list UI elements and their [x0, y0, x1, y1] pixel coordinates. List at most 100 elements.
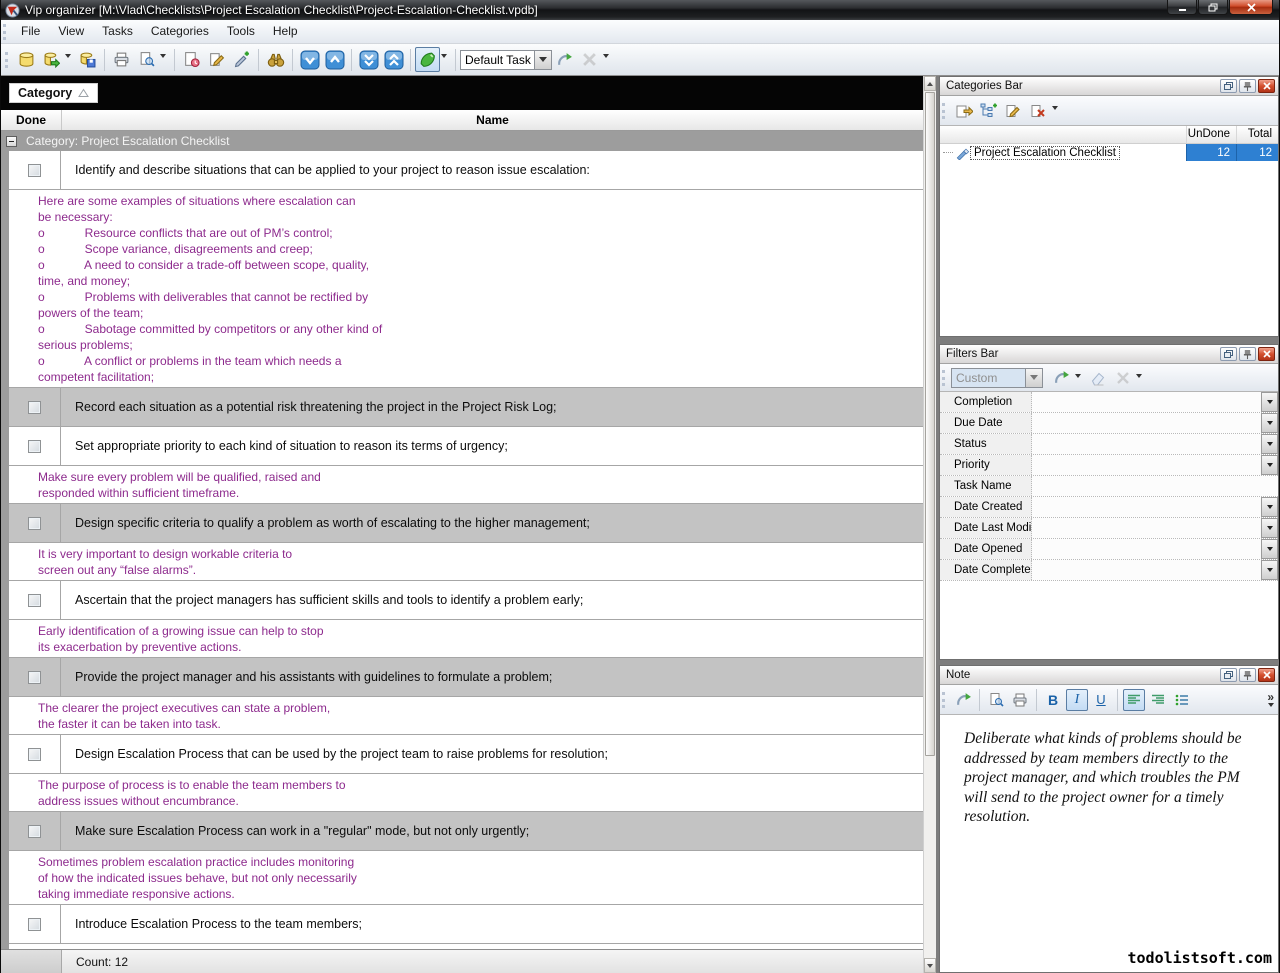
apply-filter-dropdown-icon[interactable] — [1075, 374, 1081, 378]
apply-filter-button[interactable] — [1049, 365, 1074, 390]
total-column-header[interactable]: Total — [1236, 126, 1278, 143]
task-name[interactable]: Design Escalation Process that can be us… — [61, 735, 923, 773]
edit-task-button[interactable] — [204, 47, 229, 72]
filter-value-field[interactable] — [1032, 497, 1261, 517]
task-name[interactable]: Identify and describe situations that ca… — [61, 151, 923, 189]
task-name[interactable]: Ascertain that the project managers has … — [61, 581, 923, 619]
close-button[interactable] — [1229, 0, 1273, 15]
task-checkbox[interactable] — [28, 401, 41, 414]
move-top-button[interactable] — [381, 47, 406, 72]
new-database-button[interactable] — [14, 47, 39, 72]
filters-toolbar-overflow-icon[interactable] — [1136, 374, 1142, 378]
task-checkbox[interactable] — [28, 164, 41, 177]
column-header-done[interactable]: Done — [1, 110, 62, 130]
note-toolbar-overflow[interactable]: » — [1267, 692, 1278, 707]
category-row[interactable]: Project Escalation Checklist 12 12 — [940, 144, 1278, 161]
print-dropdown-icon[interactable] — [160, 54, 166, 58]
menu-item-categories[interactable]: Categories — [142, 20, 218, 43]
open-database-button[interactable] — [39, 47, 64, 72]
menu-item-tasks[interactable]: Tasks — [93, 20, 142, 43]
panel-restore-button[interactable] — [1220, 668, 1237, 682]
add-category-button[interactable] — [951, 98, 976, 123]
print-preview-button[interactable] — [134, 47, 159, 72]
filter-value-field[interactable] — [1032, 560, 1261, 580]
filter-preset-combobox[interactable]: Custom — [951, 368, 1043, 388]
menu-item-help[interactable]: Help — [264, 20, 307, 43]
task-template-dropdown-button[interactable] — [534, 50, 552, 70]
filter-dropdown-button[interactable] — [1261, 413, 1278, 433]
collapse-group-icon[interactable] — [6, 136, 17, 147]
italic-button[interactable]: I — [1066, 689, 1088, 711]
task-checkbox[interactable] — [28, 440, 41, 453]
bold-button[interactable]: B — [1042, 689, 1064, 711]
task-name[interactable]: Introduce Escalation Process to the team… — [61, 905, 923, 943]
minimize-button[interactable] — [1167, 0, 1197, 15]
panel-restore-button[interactable] — [1220, 347, 1237, 361]
task-row[interactable]: Provide the project manager and his assi… — [9, 658, 923, 697]
add-subcategory-button[interactable] — [976, 98, 1001, 123]
move-bottom-button[interactable] — [356, 47, 381, 72]
filter-dropdown-button[interactable] — [1261, 455, 1278, 475]
filter-preset-dropdown-button[interactable] — [1025, 368, 1043, 388]
filter-dropdown-button[interactable] — [1261, 539, 1278, 559]
align-left-button[interactable] — [1123, 689, 1145, 711]
highlight-dropdown-icon[interactable] — [441, 54, 447, 58]
filter-value-field[interactable] — [1032, 392, 1261, 412]
task-checkbox[interactable] — [28, 918, 41, 931]
task-name[interactable]: Record each situation as a potential ris… — [61, 388, 923, 426]
note-editor[interactable]: Deliberate what kinds of problems should… — [940, 715, 1278, 972]
bullet-list-button[interactable] — [1171, 689, 1193, 711]
scrollbar-thumb[interactable] — [925, 92, 935, 756]
task-row[interactable]: Design specific criteria to qualify a pr… — [9, 504, 923, 543]
note-print-button[interactable] — [1009, 689, 1031, 711]
task-template-value[interactable]: Default Task — [460, 50, 534, 70]
task-checkbox[interactable] — [28, 825, 41, 838]
category-name[interactable]: Project Escalation Checklist — [970, 146, 1120, 160]
restore-button[interactable] — [1198, 0, 1228, 15]
panel-pin-button[interactable] — [1239, 668, 1256, 682]
note-text[interactable]: Deliberate what kinds of problems should… — [964, 729, 1260, 827]
categories-toolbar-overflow-icon[interactable] — [1052, 106, 1058, 110]
filter-dropdown-button[interactable] — [1261, 497, 1278, 517]
new-task-button[interactable] — [179, 47, 204, 72]
filter-dropdown-button[interactable] — [1261, 434, 1278, 454]
task-name[interactable]: Design specific criteria to qualify a pr… — [61, 504, 923, 542]
filter-value-field[interactable] — [1032, 476, 1278, 496]
menu-item-tools[interactable]: Tools — [218, 20, 264, 43]
group-by-category-button[interactable]: Category — [9, 83, 98, 103]
task-checkbox[interactable] — [28, 517, 41, 530]
note-preview-button[interactable] — [985, 689, 1007, 711]
task-row[interactable]: Identify and describe situations that ca… — [9, 151, 923, 190]
panel-pin-button[interactable] — [1239, 347, 1256, 361]
task-template-combobox[interactable]: Default Task — [460, 50, 552, 70]
highlight-tasks-button[interactable] — [415, 47, 440, 72]
filter-preset-value[interactable]: Custom — [951, 368, 1025, 388]
filter-value-field[interactable] — [1032, 518, 1261, 538]
toolbar-overflow-icon[interactable] — [603, 54, 609, 58]
panel-close-button[interactable] — [1258, 79, 1275, 93]
clear-filter-button[interactable] — [1085, 365, 1110, 390]
panel-pin-button[interactable] — [1239, 79, 1256, 93]
save-note-button[interactable] — [952, 689, 974, 711]
menu-item-file[interactable]: File — [12, 20, 49, 43]
move-down-button[interactable] — [297, 47, 322, 72]
align-right-button[interactable] — [1147, 689, 1169, 711]
column-header-name[interactable]: Name — [62, 110, 923, 130]
task-row[interactable]: Set appropriate priority to each kind of… — [9, 427, 923, 466]
undone-column-header[interactable]: UnDone — [1186, 126, 1236, 143]
filter-value-field[interactable] — [1032, 539, 1261, 559]
delete-button[interactable] — [577, 47, 602, 72]
delete-category-button[interactable] — [1026, 98, 1051, 123]
category-group-row[interactable]: Category: Project Escalation Checklist — [1, 131, 923, 151]
panel-restore-button[interactable] — [1220, 79, 1237, 93]
panel-close-button[interactable] — [1258, 668, 1275, 682]
edit-category-button[interactable] — [1001, 98, 1026, 123]
delete-filter-button[interactable] — [1110, 365, 1135, 390]
filter-dropdown-button[interactable] — [1261, 560, 1278, 580]
task-checkbox[interactable] — [28, 671, 41, 684]
vertical-scrollbar[interactable] — [923, 76, 936, 973]
task-row[interactable]: Ascertain that the project managers has … — [9, 581, 923, 620]
save-database-button[interactable] — [75, 47, 100, 72]
menu-item-view[interactable]: View — [49, 20, 93, 43]
duplicate-task-button[interactable] — [229, 47, 254, 72]
